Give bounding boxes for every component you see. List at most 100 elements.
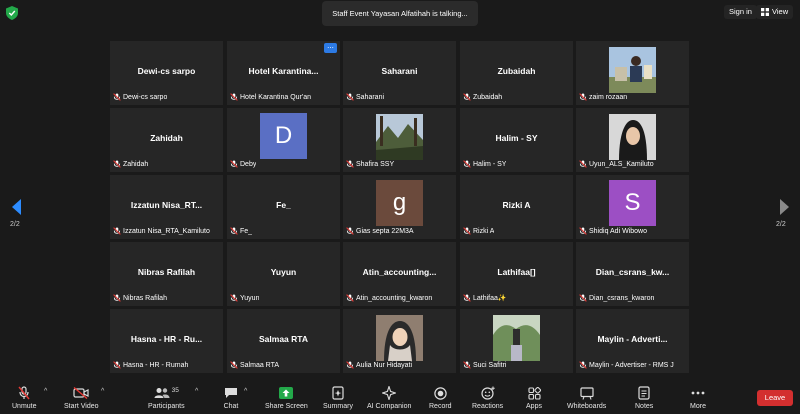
start-video-button[interactable]: Start Video [64, 386, 99, 414]
share-screen-icon [279, 387, 294, 399]
participant-name: Suci Safitri [473, 361, 507, 369]
participant-tile[interactable]: Aulia Nur Hidayati [343, 309, 456, 373]
chat-options-chevron-icon[interactable]: ^ [244, 388, 247, 395]
whiteboard-icon [580, 386, 594, 400]
more-button[interactable]: More [690, 386, 706, 414]
participant-name-label: Deby [230, 159, 256, 169]
unmute-button[interactable]: Unmute [12, 386, 37, 414]
participant-name-label: Salmaa RTA [230, 360, 279, 370]
participant-name: Lathifaa✨ [473, 295, 507, 302]
more-label: More [690, 403, 706, 410]
muted-mic-icon [579, 361, 587, 369]
reactions-button[interactable]: Reactions [472, 386, 503, 414]
muted-mic-icon [113, 361, 121, 369]
participant-tile[interactable]: D Deby [227, 108, 340, 172]
participant-name: Salmaa RTA [240, 361, 280, 369]
participants-label: Participants [148, 403, 185, 410]
participant-tile[interactable]: Rizki A Rizki A [460, 175, 573, 239]
audio-options-chevron-icon[interactable]: ^ [44, 388, 47, 395]
participant-name-label: zaim rozaan [579, 92, 627, 102]
profile-photo [609, 114, 656, 160]
record-button[interactable]: Record [429, 386, 452, 414]
muted-mic-icon [230, 93, 238, 101]
start-video-label: Start Video [64, 403, 99, 410]
reactions-icon [480, 386, 495, 400]
participant-tile[interactable]: Salmaa RTA Salmaa RTA [227, 309, 340, 373]
muted-mic-icon [346, 160, 354, 168]
participants-button[interactable]: 35 Participants [148, 386, 185, 414]
participant-tile[interactable]: Nibras Rafilah Nibras Rafilah [110, 242, 223, 306]
participant-display-name: Yuyun [270, 267, 297, 277]
participant-name-label: Suci Safitri [463, 360, 506, 370]
muted-mic-icon [463, 93, 471, 101]
shield-icon[interactable] [6, 6, 18, 20]
participant-tile[interactable]: zaim rozaan [576, 41, 689, 105]
participant-name: Shidiq Adi Wibowo [589, 227, 647, 235]
ai-companion-label: AI Companion [367, 403, 412, 410]
participant-display-name: Halim - SY [495, 133, 538, 143]
ai-companion-icon [382, 386, 397, 400]
participant-name: Aulia Nur Hidayati [356, 361, 413, 369]
tile-more-options-icon[interactable]: ... [324, 42, 337, 53]
participant-name: Saharani [356, 93, 385, 101]
participant-name: Zahidah [123, 160, 149, 168]
leave-button[interactable]: Leave [757, 390, 793, 406]
participant-tile[interactable]: Lathifaa[] Lathifaa✨ [460, 242, 573, 306]
summary-label: Summary [323, 403, 353, 410]
participant-name: Atin_accounting_kwaron [356, 294, 433, 302]
participant-tile[interactable]: Shafira SSY [343, 108, 456, 172]
muted-mic-icon [579, 93, 587, 101]
share-screen-label: Share Screen [265, 403, 308, 410]
next-page-arrow-icon[interactable] [777, 198, 791, 216]
participant-name-label: Rizki A [463, 226, 494, 236]
participant-tile[interactable]: S Shidiq Adi Wibowo [576, 175, 689, 239]
chat-button[interactable]: Chat [223, 386, 239, 414]
participant-name: Rizki A [473, 227, 495, 235]
participant-name: Shafira SSY [356, 160, 395, 168]
participant-display-name: Fe_ [276, 200, 291, 210]
muted-mic-icon [463, 294, 471, 302]
profile-photo [609, 47, 656, 93]
notes-button[interactable]: Notes [635, 386, 653, 414]
participant-tile[interactable]: Maylin - Adverti... Maylin - Advertiser -… [576, 309, 689, 373]
muted-mic-icon [230, 361, 238, 369]
participant-name: Zubaidah [473, 93, 503, 101]
muted-mic-icon [346, 227, 354, 235]
participant-tile[interactable]: Fe_ Fe_ [227, 175, 340, 239]
view-button[interactable]: View [756, 5, 794, 19]
participant-tile[interactable]: Zubaidah Zubaidah [460, 41, 573, 105]
participant-name-label: Dewi-cs sarpo [113, 92, 167, 102]
chat-label: Chat [223, 403, 239, 410]
participant-tile[interactable]: Saharani Saharani [343, 41, 456, 105]
participant-tile[interactable]: Dian_csrans_kw... Dian_csrans_kwaron [576, 242, 689, 306]
participants-options-chevron-icon[interactable]: ^ [195, 388, 198, 395]
muted-mic-icon [346, 294, 354, 302]
summary-button[interactable]: Summary [323, 386, 353, 414]
participant-tile[interactable]: g Gias septa 22M3A [343, 175, 456, 239]
previous-page-arrow-icon[interactable] [10, 198, 24, 216]
participant-tile[interactable]: Uyun_ALS_Kamiluto [576, 108, 689, 172]
video-options-chevron-icon[interactable]: ^ [101, 388, 104, 395]
participant-tile[interactable]: Suci Safitri [460, 309, 573, 373]
participant-display-name: Maylin - Adverti... [597, 334, 668, 344]
participant-tile[interactable]: Dewi-cs sarpo Dewi-cs sarpo [110, 41, 223, 105]
share-screen-button[interactable]: Share Screen [265, 386, 308, 414]
participant-tile[interactable]: Izzatun Nisa_RT... Izzatun Nisa_RTA_Kamil… [110, 175, 223, 239]
sign-in-button[interactable]: Sign in [724, 5, 757, 19]
muted-mic-icon [230, 160, 238, 168]
page-indicator-right: 2/2 [776, 221, 786, 228]
grid-view-icon [761, 8, 769, 16]
participant-display-name: Dewi-cs sarpo [137, 66, 196, 76]
participant-tile[interactable]: Atin_accounting... Atin_accounting_kwaron [343, 242, 456, 306]
participant-tile[interactable]: Hasna - HR - Ru... Hasna - HR - Rumah [110, 309, 223, 373]
participant-tile[interactable]: Halim - SY Halim - SY [460, 108, 573, 172]
apps-button[interactable]: Apps [526, 386, 542, 414]
ai-companion-button[interactable]: AI Companion [367, 386, 411, 414]
participant-display-name: Nibras Rafilah [137, 267, 196, 277]
participant-display-name: Lathifaa[] [497, 267, 536, 277]
participant-tile[interactable]: Zahidah Zahidah [110, 108, 223, 172]
participant-tile[interactable]: Yuyun Yuyun [227, 242, 340, 306]
muted-mic-icon [463, 160, 471, 168]
participant-tile[interactable]: Hotel Karantina...... Hotel Karantina Qur… [227, 41, 340, 105]
whiteboards-button[interactable]: Whiteboards [567, 386, 606, 414]
